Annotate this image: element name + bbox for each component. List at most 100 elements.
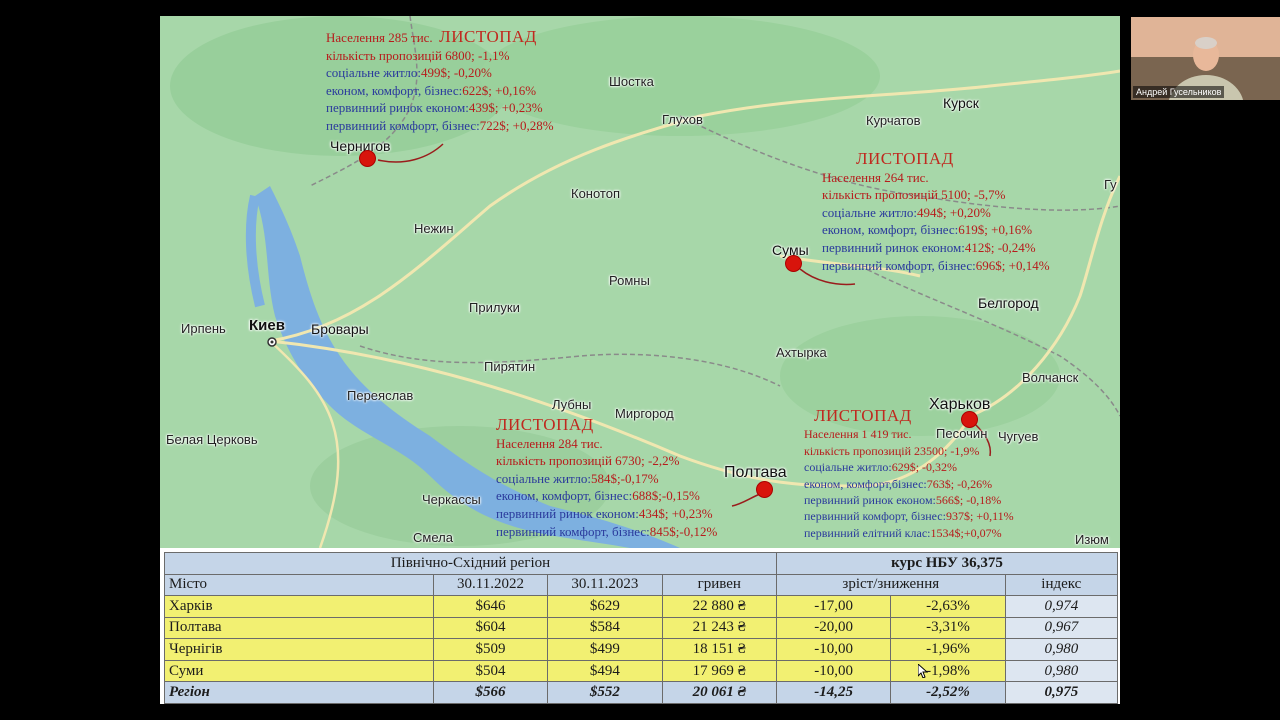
marker-sumy [786,256,801,271]
info-block-chernigov: Населення 285 тис. ЛИСТОПАД кількість пр… [326,28,554,135]
city-label-kurchatov: Курчатов [866,113,921,128]
cell-2023: $552 [547,681,663,704]
table-row: Харків $646 $629 22 880 ₴ -17,00 -2,63% … [164,595,1119,618]
econ-value: 688$;-0,15% [632,488,700,504]
cell-uah: 20 061 ₴ [661,681,777,704]
social-label: соціальне житло: [496,470,592,486]
social-value: 584$;-0,17% [591,470,659,486]
offers-text: кількість пропозицій 6730; -2,2% [496,453,680,469]
table-total-row: Регіон $566 $552 20 061 ₴ -14,25 -2,52% … [164,681,1119,704]
month-label: ЛИСТОПАД [439,27,537,46]
presentation-slide: Чернигов Шостка Глухов Курск Курчатов Ко… [160,16,1120,704]
cell-change-abs: -10,00 [775,659,892,683]
city-label-nezhin: Нежин [414,221,454,236]
elite-value: 1534$;+0,07% [930,525,1002,540]
header-change: зріст/зниження [775,573,1006,597]
cell-city: Регіон [164,681,434,704]
cell-index: 0,974 [1004,595,1119,618]
social-label: соціальне житло: [822,204,918,220]
primary-econ-label: первинний ринок економ: [496,505,639,521]
population-text: Населення 284 тис. [496,435,603,451]
cell-city: Харків [164,595,434,618]
city-label-cherkassy: Черкассы [422,492,481,507]
cell-change-pct: -2,63% [890,595,1006,618]
city-label-smela: Смела [413,530,453,545]
city-label-kursk: Курск [943,95,979,111]
city-label-chernigov: Чернигов [330,138,391,154]
primary-comfort-value: 845$;-0,12% [649,523,718,539]
cell-2023: $499 [547,638,663,661]
city-label-poltava: Полтава [724,464,787,481]
cell-uah: 18 151 ₴ [661,638,777,661]
primary-econ-value: 412$; -0,24% [964,239,1036,255]
city-label-volchansk: Волчанск [1022,370,1079,385]
primary-comfort-value: 722$; +0,28% [479,117,554,133]
city-label-akhtyrka: Ахтырка [776,345,827,360]
city-label-romny: Ромны [609,273,650,288]
population-text: Населення 285 тис. [326,30,433,45]
table-row: Полтава $604 $584 21 243 ₴ -20,00 -3,31%… [164,616,1119,640]
cell-city: Суми [164,659,434,683]
city-label-belaya-tserkov: Белая Церковь [166,432,258,447]
social-value: 499$; -0,20% [421,65,492,81]
cell-uah: 21 243 ₴ [661,616,777,640]
header-uah: гривен [661,573,777,597]
primary-econ-label: первинний ринок економ: [804,493,936,508]
table-row: Чернігів $509 $499 18 151 ₴ -10,00 -1,96… [164,638,1119,661]
header-index: індекс [1004,573,1119,597]
cell-2023: $584 [547,616,663,640]
cell-change-abs: -10,00 [775,638,892,661]
price-table: Північно-Східний регіон курс НБУ 36,375 … [164,552,1119,704]
city-label-priluki: Прилуки [469,300,520,315]
price-table-container: Північно-Східний регіон курс НБУ 36,375 … [164,552,1119,704]
econ-value: 619$; +0,16% [958,222,1033,238]
marker-poltava [757,482,772,497]
city-label-piryatin: Пирятин [484,359,536,374]
cell-city: Полтава [164,616,434,640]
month-label: ЛИСТОПАД [814,406,912,425]
primary-comfort-label: первинний комфорт, бізнес: [326,117,480,133]
header-2023: 30.11.2023 [547,573,663,597]
primary-comfort-label: первинний комфорт, бізнес: [804,509,946,524]
city-label-pereyaslav: Переяслав [347,388,414,403]
primary-comfort-value: 937$; +0,11% [945,509,1014,524]
social-label: соціальне житло: [326,65,422,81]
primary-econ-label: первинний ринок економ: [326,100,469,116]
social-value: 494$; +0,20% [917,204,991,220]
cell-2023: $494 [547,659,663,683]
cell-change-pct: -2,52% [890,681,1006,704]
primary-econ-label: первинний ринок економ: [822,239,965,255]
econ-value: 763$; -0,26% [926,476,993,491]
cell-uah: 22 880 ₴ [661,595,777,618]
city-label-irpen: Ирпень [181,321,226,336]
cell-uah: 17 969 ₴ [661,659,777,683]
cell-2022: $504 [432,659,549,683]
primary-comfort-label: первинний комфорт, бізнес: [822,257,976,273]
elite-label: первинний елітний клас: [804,525,931,540]
webcam-thumbnail[interactable]: Андрей Гусельников [1131,17,1280,100]
month-label: ЛИСТОПАД [496,415,594,434]
offers-text: кількість пропозицій 6800; -1,1% [326,47,510,63]
table-header-row: Місто 30.11.2022 30.11.2023 гривен зріст… [164,573,1119,597]
cell-index: 0,967 [1004,616,1119,640]
primary-comfort-value: 696$; +0,14% [975,257,1050,273]
primary-econ-value: 439$; +0,23% [468,100,543,116]
cell-index: 0,975 [1004,681,1119,704]
cell-2023: $629 [547,595,663,618]
econ-value: 622$; +0,16% [462,82,537,98]
info-block-sumy: ЛИСТОПАД Населення 264 тис. кількість пр… [822,150,1050,274]
offers-text: кількість пропозицій 5100; -5,7% [822,187,1006,203]
city-label-gu: Гу [1104,177,1117,192]
primary-econ-value: 434$; +0,23% [638,505,713,521]
econ-label: економ, комфорт, бізнес: [496,488,633,504]
cell-index: 0,980 [1004,638,1119,661]
city-label-kiev: Киев [249,317,285,334]
city-label-lubny: Лубны [552,397,592,412]
info-block-poltava: ЛИСТОПАД Населення 284 тис. кількість пр… [496,416,717,540]
info-block-kharkov: ЛИСТОПАД Населення 1 419 тис. кількість … [804,406,1014,541]
cell-change-abs: -17,00 [775,595,892,618]
city-label-brovary: Бровары [311,321,369,337]
city-label-konotop: Конотоп [571,186,621,201]
population-text: Населення 1 419 тис. [804,427,912,442]
city-label-belgorod: Белгород [978,295,1039,311]
